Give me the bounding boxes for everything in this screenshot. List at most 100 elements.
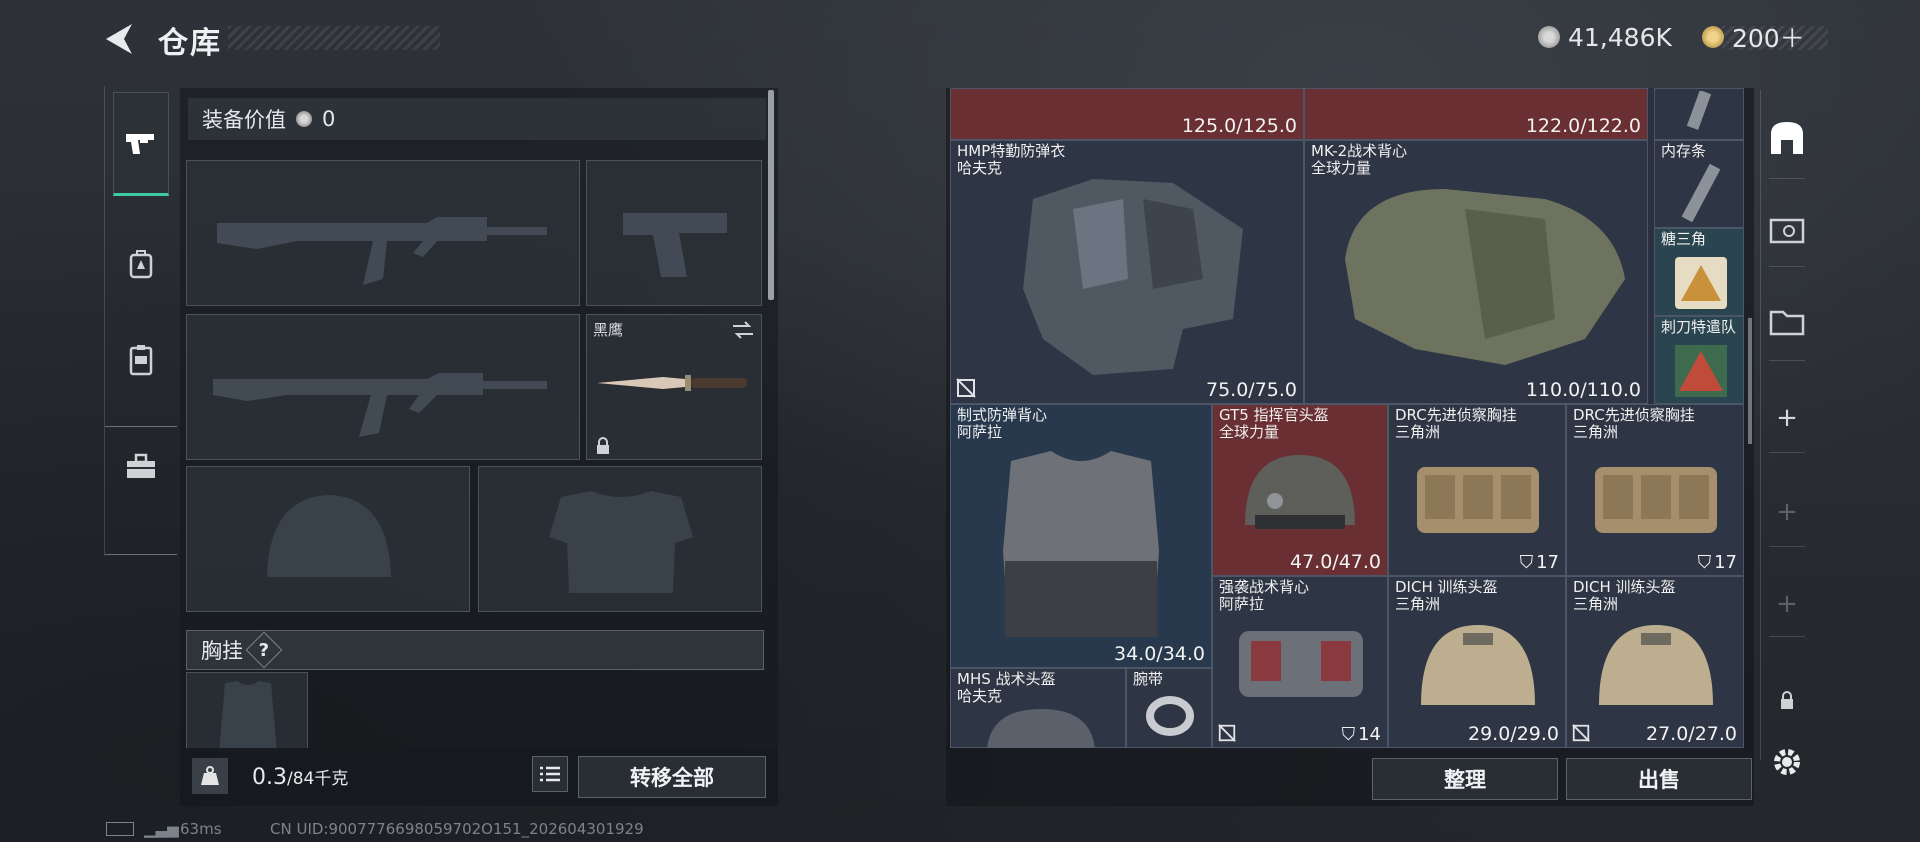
inventory-item[interactable] <box>1654 88 1744 140</box>
melee-slot[interactable]: 黑鹰 <box>586 314 762 460</box>
helmet-slot[interactable] <box>186 466 470 612</box>
add-storage-button-disabled: + <box>1765 582 1809 626</box>
tab-tools[interactable] <box>113 438 169 494</box>
tab-divider <box>1769 266 1805 267</box>
weight-icon <box>192 758 228 794</box>
memory-stick-icon <box>1686 91 1712 130</box>
inventory-item[interactable]: 刺刀特遣队 <box>1654 316 1744 404</box>
sell-button[interactable]: 出售 <box>1566 758 1752 800</box>
tab-divider <box>105 426 177 427</box>
helmet-item-image <box>1421 625 1535 705</box>
memory-stick-icon <box>1681 163 1721 223</box>
item-count: ⛉ 17 <box>1519 552 1559 573</box>
page-title: 仓库 <box>158 26 222 61</box>
inventory-grid: 125.0/125.0 122.0/122.0 HMP特勤防弹衣 哈夫克 75.0… <box>950 88 1744 748</box>
vest-item-image <box>1345 189 1625 365</box>
list-view-button[interactable] <box>532 756 568 792</box>
signal-icon: ▁▃▅ <box>144 820 179 838</box>
helmet-item-image <box>987 709 1095 748</box>
storage-tabs: + + + <box>1760 90 1809 775</box>
inventory-item[interactable]: 125.0/125.0 <box>950 88 1304 140</box>
inventory-item[interactable]: DICH 训练头盔 三角洲 29.0/29.0 <box>1388 576 1566 748</box>
tab-main-storage[interactable] <box>1765 116 1809 160</box>
armor-slot[interactable] <box>478 466 762 612</box>
inventory-item[interactable]: DRC先进侦察胸挂 三角洲 ⛉ 17 <box>1566 404 1744 576</box>
item-name: 制式防弹背心 <box>957 406 1048 424</box>
tab-storage-2[interactable] <box>1765 208 1809 252</box>
chest-rig-slot[interactable] <box>186 672 308 753</box>
rifle-silhouette-icon <box>217 217 547 285</box>
inventory-item[interactable]: 制式防弹背心 阿萨拉 34.0/34.0 <box>950 404 1212 668</box>
item-name: 腕带 <box>1133 670 1164 688</box>
list-icon <box>540 766 560 782</box>
inventory-item[interactable]: 腕带 <box>1126 668 1212 748</box>
tab-vest[interactable] <box>113 332 169 388</box>
primary-weapon-slot[interactable] <box>186 160 580 306</box>
item-name: 强袭战术背心 <box>1219 578 1310 596</box>
item-count: ⛉ 17 <box>1697 552 1737 573</box>
item-name: 糖三角 <box>1661 230 1707 248</box>
item-durability: 29.0/29.0 <box>1467 723 1559 745</box>
add-storage-button[interactable]: + <box>1765 396 1809 440</box>
inventory-item[interactable]: MHS 战术头盔 哈夫克 <box>950 668 1126 748</box>
equipment-scrollbar[interactable] <box>768 90 774 300</box>
item-durability: 47.0/47.0 <box>1289 551 1381 573</box>
silver-currency[interactable]: 41,486K <box>1538 22 1672 52</box>
no-repair-icon <box>1218 724 1236 742</box>
item-durability: 34.0/34.0 <box>1113 643 1205 665</box>
inventory-item[interactable]: 糖三角 <box>1654 228 1744 316</box>
silver-coin-icon <box>296 111 312 127</box>
pistol-slot[interactable] <box>586 160 762 306</box>
tab-divider <box>1769 636 1805 637</box>
inventory-item[interactable]: 122.0/122.0 <box>1304 88 1648 140</box>
chest-rig-mini-icon: ⛉ <box>1697 552 1712 573</box>
rifle-silhouette-icon <box>213 373 547 437</box>
tab-weapons[interactable] <box>113 92 169 196</box>
item-durability: 125.0/125.0 <box>1181 115 1297 137</box>
armor-silhouette-icon <box>549 491 693 593</box>
item-name: 内存条 <box>1661 142 1707 160</box>
item-brand: 三角洲 <box>1395 595 1441 613</box>
equipment-value: 0 <box>322 107 336 131</box>
silver-amount: 41,486K <box>1568 22 1672 52</box>
plus-icon: + <box>1776 589 1798 619</box>
bayonet-squad-card-icon <box>1675 345 1727 397</box>
inventory-item[interactable]: DRC先进侦察胸挂 三角洲 ⛉ 17 <box>1388 404 1566 576</box>
item-brand: 三角洲 <box>1573 595 1619 613</box>
inventory-item[interactable]: DICH 训练头盔 三角洲 27.0/27.0 <box>1566 576 1744 748</box>
transfer-all-button[interactable]: 转移全部 <box>578 756 766 798</box>
chest-rig-item-image <box>1595 467 1717 533</box>
item-brand: 全球力量 <box>1219 423 1280 441</box>
settings-button[interactable] <box>1765 740 1809 784</box>
inventory-item[interactable]: HMP特勤防弹衣 哈夫克 75.0/75.0 <box>950 140 1304 404</box>
lock-icon <box>1781 691 1793 709</box>
wristband-icon <box>1146 696 1194 736</box>
no-repair-icon <box>1572 724 1590 742</box>
locked-storage-tab[interactable] <box>1765 678 1809 722</box>
inventory-item[interactable]: 内存条 <box>1654 140 1744 228</box>
back-arrow-icon[interactable] <box>102 20 136 58</box>
video-icon <box>1769 218 1805 244</box>
chest-rig-item-image <box>1417 467 1539 533</box>
tab-divider <box>1769 178 1805 179</box>
vest-item-image <box>1003 451 1159 637</box>
vest-item-image <box>1239 631 1363 697</box>
item-name: GT5 指挥官头盔 <box>1219 406 1329 424</box>
tab-storage-3[interactable] <box>1765 298 1809 342</box>
item-brand: 三角洲 <box>1573 423 1619 441</box>
tab-backpack[interactable] <box>113 236 169 292</box>
safe-icon <box>1771 122 1803 154</box>
inventory-item[interactable]: GT5 指挥官头盔 全球力量 47.0/47.0 <box>1212 404 1388 576</box>
toolbox-icon <box>127 453 155 478</box>
item-name-block: DRC先进侦察胸挂 三角洲 <box>1395 407 1517 441</box>
equipment-tabs <box>104 86 177 556</box>
secondary-weapon-slot[interactable] <box>186 314 580 460</box>
help-icon[interactable]: ? <box>245 631 283 669</box>
sort-button[interactable]: 整理 <box>1372 758 1558 800</box>
inventory-item[interactable]: 强袭战术背心 阿萨拉 ⛉ 14 <box>1212 576 1388 748</box>
inventory-scrollbar[interactable] <box>1748 318 1752 444</box>
swap-icon[interactable] <box>731 321 755 339</box>
inventory-item[interactable]: MK-2战术背心 全球力量 110.0/110.0 <box>1304 140 1648 404</box>
gear-icon <box>1774 749 1800 775</box>
uid: CN UID:9007776698059702O151_202604301929 <box>270 820 644 838</box>
